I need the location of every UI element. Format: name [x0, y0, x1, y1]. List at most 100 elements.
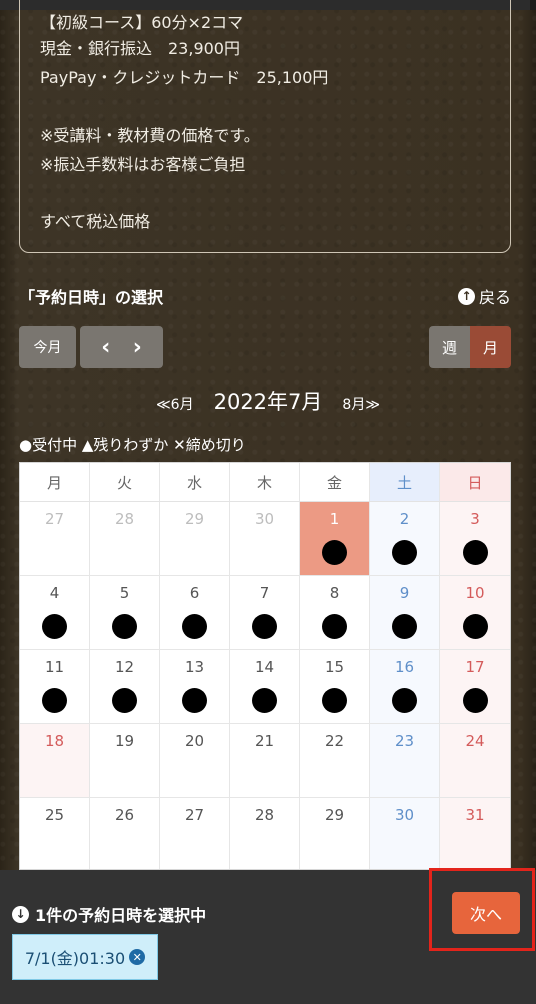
day-number: 30 [254, 510, 275, 528]
available-dot-icon[interactable] [322, 540, 347, 565]
price-card: PayPay・クレジットカード 25,100円 [40, 68, 329, 87]
calendar-day[interactable]: 1 [300, 502, 370, 576]
available-dot-icon[interactable] [42, 688, 67, 713]
day-number: 29 [324, 806, 345, 824]
available-dot-icon[interactable] [392, 540, 417, 565]
available-dot-icon[interactable] [462, 614, 488, 639]
calendar-day[interactable]: 25 [20, 798, 90, 869]
day-number: 4 [49, 584, 60, 602]
calendar-day[interactable]: 14 [230, 650, 300, 724]
day-number: 12 [114, 658, 135, 676]
day-number: 8 [329, 584, 340, 602]
next-button[interactable]: 次へ [452, 892, 520, 934]
back-label: 戻る [478, 288, 511, 307]
calendar-day[interactable]: 22 [300, 724, 370, 798]
calendar-day[interactable]: 9 [370, 576, 440, 650]
available-dot-icon[interactable] [322, 614, 347, 639]
calendar-day[interactable]: 27 [160, 798, 230, 869]
calendar-day[interactable]: 6 [160, 576, 230, 650]
calendar-day[interactable]: 19 [90, 724, 160, 798]
calendar-day[interactable]: 10 [440, 576, 510, 650]
calendar-day[interactable]: 3 [440, 502, 510, 576]
calendar-day[interactable]: 26 [90, 798, 160, 869]
back-link[interactable]: ↑ 戻る [457, 284, 511, 308]
calendar-day[interactable]: 30 [370, 798, 440, 869]
section-title: 「予約日時」の選択 [19, 288, 164, 307]
calendar-day[interactable]: 27 [20, 502, 90, 576]
day-number: 6 [189, 584, 200, 602]
availability-legend: ●受付中 ▲残りわずか ✕締め切り [19, 436, 246, 454]
available-dot-icon[interactable] [252, 688, 277, 713]
calendar-day[interactable]: 18 [20, 724, 90, 798]
price-cash: 現金・銀行振込 23,900円 [40, 39, 240, 58]
day-number: 24 [465, 732, 485, 750]
available-dot-icon[interactable] [392, 614, 417, 639]
prev-month-button[interactable]: ‹ [101, 335, 110, 360]
selected-slot-chip[interactable]: 7/1(金)01:30 ✕ [12, 934, 158, 980]
calendar-day[interactable]: 31 [440, 798, 510, 869]
calendar-day[interactable]: 12 [90, 650, 160, 724]
calendar-day[interactable]: 21 [230, 724, 300, 798]
calendar-day[interactable]: 28 [230, 798, 300, 869]
available-dot-icon[interactable] [182, 688, 207, 713]
day-number: 27 [184, 806, 205, 824]
day-number: 13 [184, 658, 205, 676]
day-number: 7 [259, 584, 270, 602]
day-number: 30 [394, 806, 415, 824]
available-dot-icon[interactable] [322, 688, 347, 713]
price-note: ※受講料・教材費の価格です。 [40, 126, 260, 145]
calendar-day[interactable]: 4 [20, 576, 90, 650]
month-switch: ≪6月 2022年7月 8月≫ [0, 386, 536, 416]
calendar-day[interactable]: 11 [20, 650, 90, 724]
day-number: 23 [394, 732, 415, 750]
calendar-day[interactable]: 24 [440, 724, 510, 798]
available-dot-icon[interactable] [462, 688, 488, 713]
selection-status-label: 1件の予約日時を選択中 [35, 906, 207, 925]
available-dot-icon[interactable] [462, 540, 488, 565]
calendar-day[interactable]: 8 [300, 576, 370, 650]
calendar-day[interactable]: 17 [440, 650, 510, 724]
calendar-day[interactable]: 16 [370, 650, 440, 724]
available-dot-icon[interactable] [42, 614, 67, 639]
calendar-day[interactable]: 28 [90, 502, 160, 576]
next-month-button[interactable]: › [133, 335, 142, 360]
arrow-down-circle-icon: ↓ [12, 905, 29, 923]
available-dot-icon[interactable] [182, 614, 207, 639]
available-dot-icon[interactable] [392, 688, 417, 713]
day-number: 28 [114, 510, 135, 528]
day-number: 28 [254, 806, 275, 824]
available-dot-icon[interactable] [112, 614, 137, 639]
calendar-day[interactable]: 15 [300, 650, 370, 724]
calendar-day[interactable]: 2 [370, 502, 440, 576]
next-month-link[interactable]: 8月≫ [342, 394, 380, 414]
calendar-day[interactable]: 20 [160, 724, 230, 798]
remove-slot-icon[interactable]: ✕ [129, 949, 146, 965]
available-dot-icon[interactable] [112, 688, 137, 713]
day-number: 17 [465, 658, 485, 676]
weekday-mon: 月 [20, 463, 90, 501]
month-view-button[interactable]: 月 [470, 326, 511, 368]
calendar-day[interactable]: 29 [160, 502, 230, 576]
weekday-tue: 火 [90, 463, 160, 501]
calendar-day[interactable]: 7 [230, 576, 300, 650]
day-number: 2 [399, 510, 410, 528]
prev-month-link[interactable]: ≪6月 [156, 394, 194, 414]
week-view-button[interactable]: 週 [429, 326, 470, 368]
calendar-day[interactable]: 29 [300, 798, 370, 869]
calendar-day[interactable]: 30 [230, 502, 300, 576]
this-month-button[interactable]: 今月 [19, 326, 76, 368]
day-number: 19 [114, 732, 135, 750]
fee-note: ※振込手数料はお客様ご負担 [40, 155, 246, 174]
day-number: 25 [44, 806, 65, 824]
day-number: 10 [465, 584, 485, 602]
arrow-up-circle-icon: ↑ [457, 287, 475, 305]
selected-slot-label: 7/1(金)01:30 [24, 949, 126, 968]
calendar-day[interactable]: 13 [160, 650, 230, 724]
day-number: 3 [470, 510, 480, 528]
month-nav-group: ‹ › [80, 326, 163, 368]
available-dot-icon[interactable] [252, 614, 277, 639]
day-number: 14 [254, 658, 275, 676]
day-number: 21 [254, 732, 275, 750]
calendar-day[interactable]: 23 [370, 724, 440, 798]
calendar-day[interactable]: 5 [90, 576, 160, 650]
